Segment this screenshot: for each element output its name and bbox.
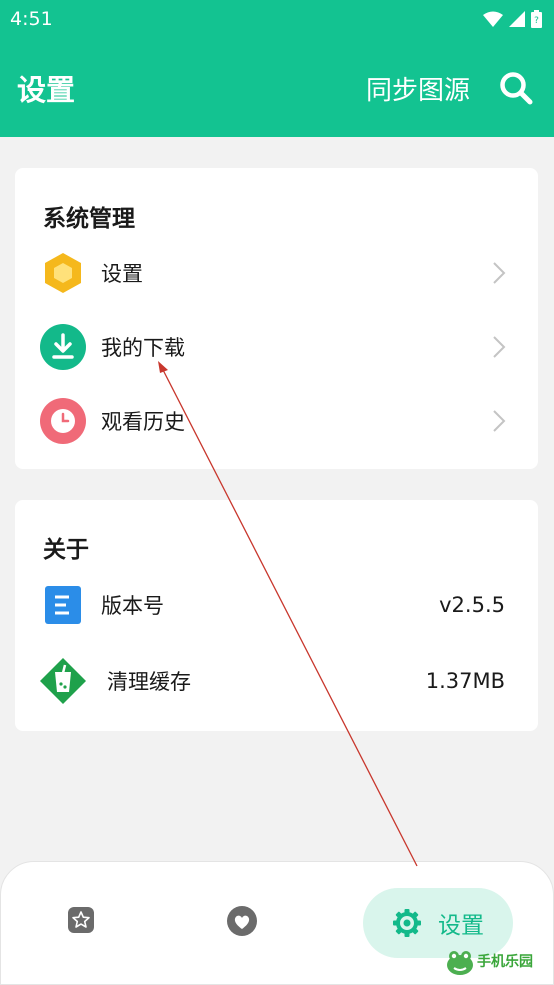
hexagon-icon: [39, 249, 87, 297]
download-icon: [39, 323, 87, 371]
version-label: 版本号: [101, 594, 164, 618]
chevron-right-icon: [493, 336, 506, 358]
document-icon: [39, 581, 87, 629]
sync-sources-button[interactable]: 同步图源: [366, 70, 470, 107]
gear-icon: [393, 909, 421, 937]
heart-icon: [227, 906, 257, 936]
nav-settings-label: 设置: [438, 913, 484, 939]
chevron-right-icon: [493, 262, 506, 284]
watch-history-item[interactable]: 观看历史: [15, 389, 538, 453]
battery-icon: ?: [531, 10, 542, 28]
search-button[interactable]: [498, 70, 534, 106]
system-management-card: 系统管理 设置 我的下载 观看历史: [15, 168, 538, 469]
annotation-arrow: [158, 361, 418, 867]
chevron-right-icon: [493, 410, 506, 432]
clock-icon: [39, 397, 87, 445]
clear-cache-item[interactable]: 清理缓存 1.37MB: [15, 649, 538, 713]
watch-history-item-label: 观看历史: [101, 410, 185, 434]
cache-size-value: 1.37MB: [425, 669, 505, 693]
watermark-text: 手机乐园: [477, 954, 533, 970]
nav-favorites[interactable]: [65, 904, 97, 936]
status-bar: 4:51 ?: [0, 0, 554, 38]
about-card: 关于 版本号 v2.5.5 清理缓存 1.37MB: [15, 500, 538, 731]
cup-icon: [39, 657, 87, 705]
frog-logo-icon: [447, 951, 473, 975]
svg-text:?: ?: [534, 16, 539, 26]
toolbar: 设置 同步图源: [0, 58, 554, 118]
section-title: 系统管理: [43, 206, 135, 232]
clear-cache-label: 清理缓存: [107, 670, 191, 694]
page-title: 设置: [17, 73, 76, 107]
search-icon: [500, 72, 533, 105]
settings-item-label: 设置: [101, 262, 143, 286]
signal-icon: [509, 11, 525, 27]
status-time: 4:51: [10, 8, 53, 30]
status-icons: ?: [483, 10, 542, 28]
version-value: v2.5.5: [439, 593, 505, 617]
wifi-icon: [483, 11, 503, 27]
app-bar: 4:51 ? 设置 同步图源: [0, 0, 554, 137]
my-downloads-item-label: 我的下载: [101, 336, 185, 360]
section-title: 关于: [43, 537, 89, 563]
watermark-logo: 手机乐园: [445, 944, 550, 980]
my-downloads-item[interactable]: 我的下载: [15, 315, 538, 379]
version-item: 版本号 v2.5.5: [15, 573, 538, 637]
star-icon: [68, 907, 94, 933]
settings-item[interactable]: 设置: [15, 241, 538, 305]
nav-likes[interactable]: [225, 904, 259, 938]
